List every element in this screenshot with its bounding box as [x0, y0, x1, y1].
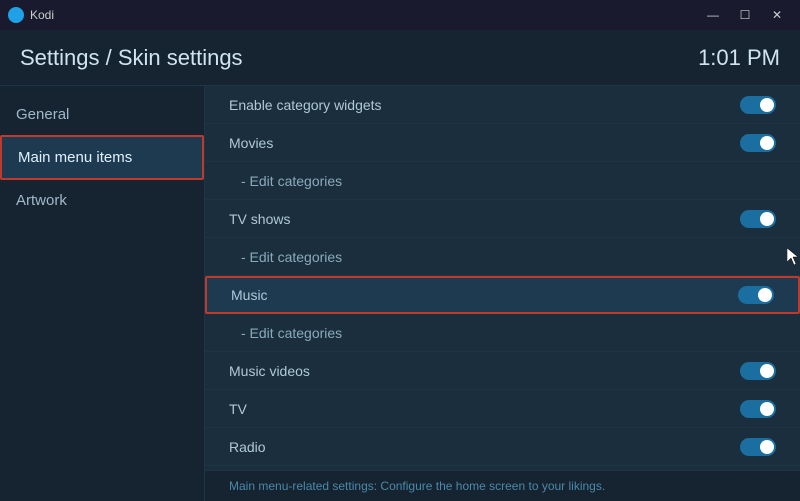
setting-row-radio[interactable]: Radio	[205, 428, 800, 466]
setting-label-music: Music	[231, 287, 268, 303]
toggle-movies[interactable]	[740, 134, 776, 152]
toggle-tv-shows[interactable]	[740, 210, 776, 228]
settings-footer: Main menu-related settings: Configure th…	[205, 470, 800, 501]
setting-row-movies[interactable]: Movies	[205, 124, 800, 162]
sidebar-item-artwork[interactable]: Artwork	[0, 180, 204, 221]
close-button[interactable]: ✕	[762, 5, 792, 25]
minimize-button[interactable]: —	[698, 5, 728, 25]
setting-row-edit-categories-movies[interactable]: - Edit categories	[205, 162, 800, 200]
toggle-tv[interactable]	[740, 400, 776, 418]
setting-row-edit-categories-tvshows[interactable]: - Edit categories	[205, 238, 800, 276]
toggle-music-videos[interactable]	[740, 362, 776, 380]
setting-row-tv[interactable]: TV	[205, 390, 800, 428]
setting-label-edit-categories-movies: - Edit categories	[241, 173, 342, 189]
setting-row-music-videos[interactable]: Music videos	[205, 352, 800, 390]
clock: 1:01 PM	[698, 45, 780, 71]
app-icon	[8, 7, 24, 23]
setting-row-enable-category-widgets[interactable]: Enable category widgets	[205, 86, 800, 124]
sidebar: GeneralMain menu itemsArtwork	[0, 86, 205, 501]
sidebar-item-general[interactable]: General	[0, 94, 204, 135]
settings-list: Enable category widgets Movies - Edit cate…	[205, 86, 800, 470]
toggle-enable-category-widgets[interactable]	[740, 96, 776, 114]
window-controls: — ☐ ✕	[698, 5, 792, 25]
settings-content: Enable category widgets Movies - Edit cate…	[205, 86, 800, 501]
setting-label-radio: Radio	[229, 439, 266, 455]
window-title: Kodi	[30, 8, 698, 22]
setting-label-enable-category-widgets: Enable category widgets	[229, 97, 382, 113]
setting-row-music[interactable]: Music	[205, 276, 800, 314]
setting-row-edit-categories-music[interactable]: - Edit categories	[205, 314, 800, 352]
setting-label-tv-shows: TV shows	[229, 211, 290, 227]
setting-label-music-videos: Music videos	[229, 363, 310, 379]
setting-label-edit-categories-tvshows: - Edit categories	[241, 249, 342, 265]
header: Settings / Skin settings 1:01 PM	[0, 30, 800, 86]
toggle-music[interactable]	[738, 286, 774, 304]
titlebar: Kodi — ☐ ✕	[0, 0, 800, 30]
setting-label-movies: Movies	[229, 135, 273, 151]
setting-label-tv: TV	[229, 401, 247, 417]
setting-label-edit-categories-music: - Edit categories	[241, 325, 342, 341]
setting-row-tv-shows[interactable]: TV shows	[205, 200, 800, 238]
maximize-button[interactable]: ☐	[730, 5, 760, 25]
sidebar-item-main-menu-items[interactable]: Main menu items	[0, 135, 204, 180]
footer-text: Main menu-related settings: Configure th…	[229, 479, 605, 493]
main-content: GeneralMain menu itemsArtwork Enable cat…	[0, 86, 800, 501]
page-title: Settings / Skin settings	[20, 45, 243, 71]
toggle-radio[interactable]	[740, 438, 776, 456]
